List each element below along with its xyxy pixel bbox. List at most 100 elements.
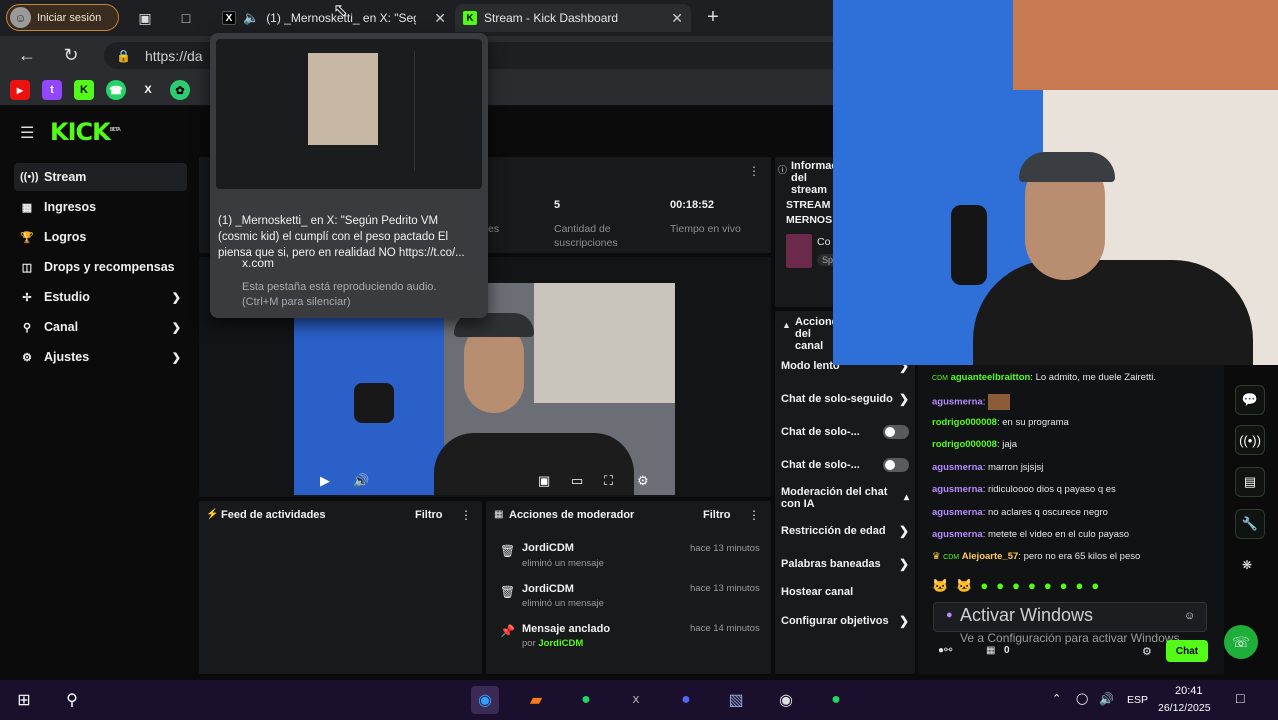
wall	[534, 283, 675, 403]
spotify-icon[interactable]: ●	[572, 686, 600, 714]
workspaces-icon[interactable]: ▣	[134, 7, 156, 29]
action-followers-only[interactable]: Chat de solo-seguido ❯	[781, 392, 909, 406]
tab-groups-icon[interactable]: □	[175, 7, 197, 29]
clock-time[interactable]: 20:41	[1175, 685, 1203, 697]
kick-bookmark-icon[interactable]: K	[74, 80, 94, 100]
xsplit-icon[interactable]: X	[622, 686, 650, 714]
fl-studio-icon[interactable]: ▰	[522, 686, 550, 714]
clock-date[interactable]: 26/12/2025	[1158, 702, 1211, 714]
emoji-icon[interactable]: ☺	[1184, 610, 1195, 622]
sidebar-item-estudio[interactable]: ✢ Estudio ❯	[14, 283, 187, 311]
mod-row-time: hace 13 minutos	[690, 583, 760, 594]
gift-icon: ◫	[21, 261, 33, 274]
info-icon: ⓘ	[778, 165, 788, 175]
sidebar-item-logros[interactable]: 🏆 Logros	[14, 223, 187, 251]
extension-bookmark-icon[interactable]: ✿	[170, 80, 190, 100]
sidebar-item-drops[interactable]: ◫ Drops y recompensas	[14, 253, 187, 281]
action-banned-words[interactable]: Palabras baneadas ❯	[781, 557, 909, 571]
whatsapp-bookmark-icon[interactable]: ☎	[106, 80, 126, 100]
chat-bubble-icon[interactable]: 💬	[1235, 385, 1265, 415]
more-options-icon[interactable]: ⋮	[748, 508, 760, 522]
action-goals[interactable]: Configurar objetivos ❯	[781, 614, 909, 628]
tab-hover-preview: (1) _Mernosketti_ en X: "Según Pedrito V…	[210, 33, 488, 318]
wrench-icon[interactable]: 🔧	[1235, 509, 1265, 539]
close-tab-icon[interactable]: ✕	[434, 10, 446, 27]
chat-message: agusmerna: ridiculoooo dios q payaso q e…	[932, 484, 1116, 495]
more-options-icon[interactable]: ⋮	[460, 508, 472, 522]
chat-message: agusmerna:	[932, 394, 1010, 410]
tab-kick-dashboard[interactable]: K Stream - Kick Dashboard ✕	[455, 4, 691, 32]
chevron-right-icon: ❯	[898, 614, 909, 628]
lock-icon: 🔒	[116, 48, 131, 63]
new-tab-button[interactable]: +	[702, 6, 724, 28]
language-indicator[interactable]: ESP	[1127, 694, 1148, 706]
twitch-bookmark-icon[interactable]: t	[42, 80, 62, 100]
mod-row-action: eliminó un mensaje	[522, 598, 604, 609]
category-thumbnail	[786, 234, 812, 268]
emote-icon: 🐱	[956, 578, 973, 593]
action-age-restriction[interactable]: Restricción de edad ❯	[781, 524, 909, 538]
emote-icon: ●	[1043, 578, 1052, 593]
microphone	[354, 383, 394, 423]
speaker-icon[interactable]: 🔈	[243, 10, 259, 26]
x-bookmark-icon[interactable]: X	[138, 80, 158, 100]
pin-icon: 📌	[500, 624, 515, 638]
pinned-by-user[interactable]: JordiCDM	[538, 638, 583, 649]
back-icon[interactable]: ←	[14, 42, 40, 68]
windows-start-icon[interactable]: ⊞	[10, 686, 38, 714]
speaker-icon[interactable]: 🔊	[1099, 692, 1114, 706]
mod-row-action: eliminó un mensaje	[522, 558, 604, 569]
viewers-icon: ●⚯	[938, 645, 953, 656]
trash-icon: 🗑	[500, 544, 516, 558]
obs-icon[interactable]: ◉	[772, 686, 800, 714]
chat-send-button[interactable]: Chat	[1166, 640, 1208, 662]
youtube-bookmark-icon[interactable]: ▶	[10, 80, 30, 100]
action-subs-only-toggle[interactable]: Chat de solo-...	[781, 425, 909, 439]
edge-icon[interactable]: ◉	[471, 686, 499, 714]
broadcast-icon[interactable]: ((•))	[1235, 425, 1265, 455]
kick-logo[interactable]: KICKBETA	[50, 118, 121, 146]
action-host-channel[interactable]: Hostear canal	[781, 586, 909, 598]
theater-icon[interactable]: ▭	[571, 473, 583, 489]
sidebar-item-ajustes[interactable]: ⚙ Ajustes ❯	[14, 343, 187, 371]
gear-icon[interactable]: ⚙	[1142, 645, 1152, 658]
cap	[1019, 152, 1115, 182]
menu-icon[interactable]: ☰	[20, 123, 34, 143]
emote-icon: ●	[980, 578, 989, 593]
search-icon[interactable]: ⚲	[58, 686, 86, 714]
clipboard-icon: ▦	[494, 509, 504, 520]
emote-icon: 🐱	[932, 578, 949, 593]
network-icon[interactable]: ◯	[1076, 692, 1088, 705]
discord-icon[interactable]: ●	[672, 686, 700, 714]
sidebar-item-canal[interactable]: ⚲ Canal ❯	[14, 313, 187, 341]
support-icon[interactable]: ☏	[1224, 625, 1258, 659]
emote-bar[interactable]: 🐱 🐱 ● ● ● ● ● ● ● ●	[932, 578, 1212, 596]
extensions-icon[interactable]: ❋	[1242, 558, 1252, 572]
volume-icon[interactable]: 🔊	[353, 473, 369, 489]
mod-row-user[interactable]: JordiCDM	[522, 583, 574, 595]
play-icon[interactable]: ▶	[320, 473, 330, 489]
layers-icon[interactable]: ▤	[1235, 467, 1265, 497]
fullscreen-icon[interactable]: ⛶	[604, 473, 613, 489]
settings-icon[interactable]: ⚙	[637, 473, 649, 489]
feed-filter-button[interactable]: Filtro	[415, 509, 443, 521]
sidebar-item-stream[interactable]: ((•)) Stream	[14, 163, 187, 191]
tab-preview-title: (1) _Mernosketti_ en X: "Según Pedrito V…	[218, 215, 465, 259]
chat-message: CDM aguanteelbraitton: Lo admito, me due…	[932, 372, 1156, 383]
more-options-icon[interactable]: ⋮	[748, 164, 760, 178]
sidebar-item-ingresos[interactable]: ▦ Ingresos	[14, 193, 187, 221]
action-ai-moderation[interactable]: Moderación del chat con IA ▴	[781, 486, 909, 510]
notes-icon[interactable]: ▧	[722, 686, 750, 714]
tray-chevron-icon[interactable]: ⌃	[1052, 692, 1061, 705]
spotify-icon[interactable]: ●	[822, 686, 850, 714]
mod-filter-button[interactable]: Filtro	[703, 509, 731, 521]
notifications-icon[interactable]: □	[1236, 690, 1244, 706]
reload-icon[interactable]: ↻	[58, 42, 84, 68]
pip-icon[interactable]: ▣	[538, 473, 550, 489]
emote-icon: ●	[1027, 578, 1036, 593]
close-tab-icon[interactable]: ✕	[671, 10, 683, 27]
action-emotes-only-toggle[interactable]: Chat de solo-...	[781, 458, 909, 472]
mod-row-user[interactable]: JordiCDM	[522, 542, 574, 554]
mod-row-action: por JordiCDM	[522, 638, 584, 649]
signin-button[interactable]: ☺ Iniciar sesión	[6, 4, 119, 31]
